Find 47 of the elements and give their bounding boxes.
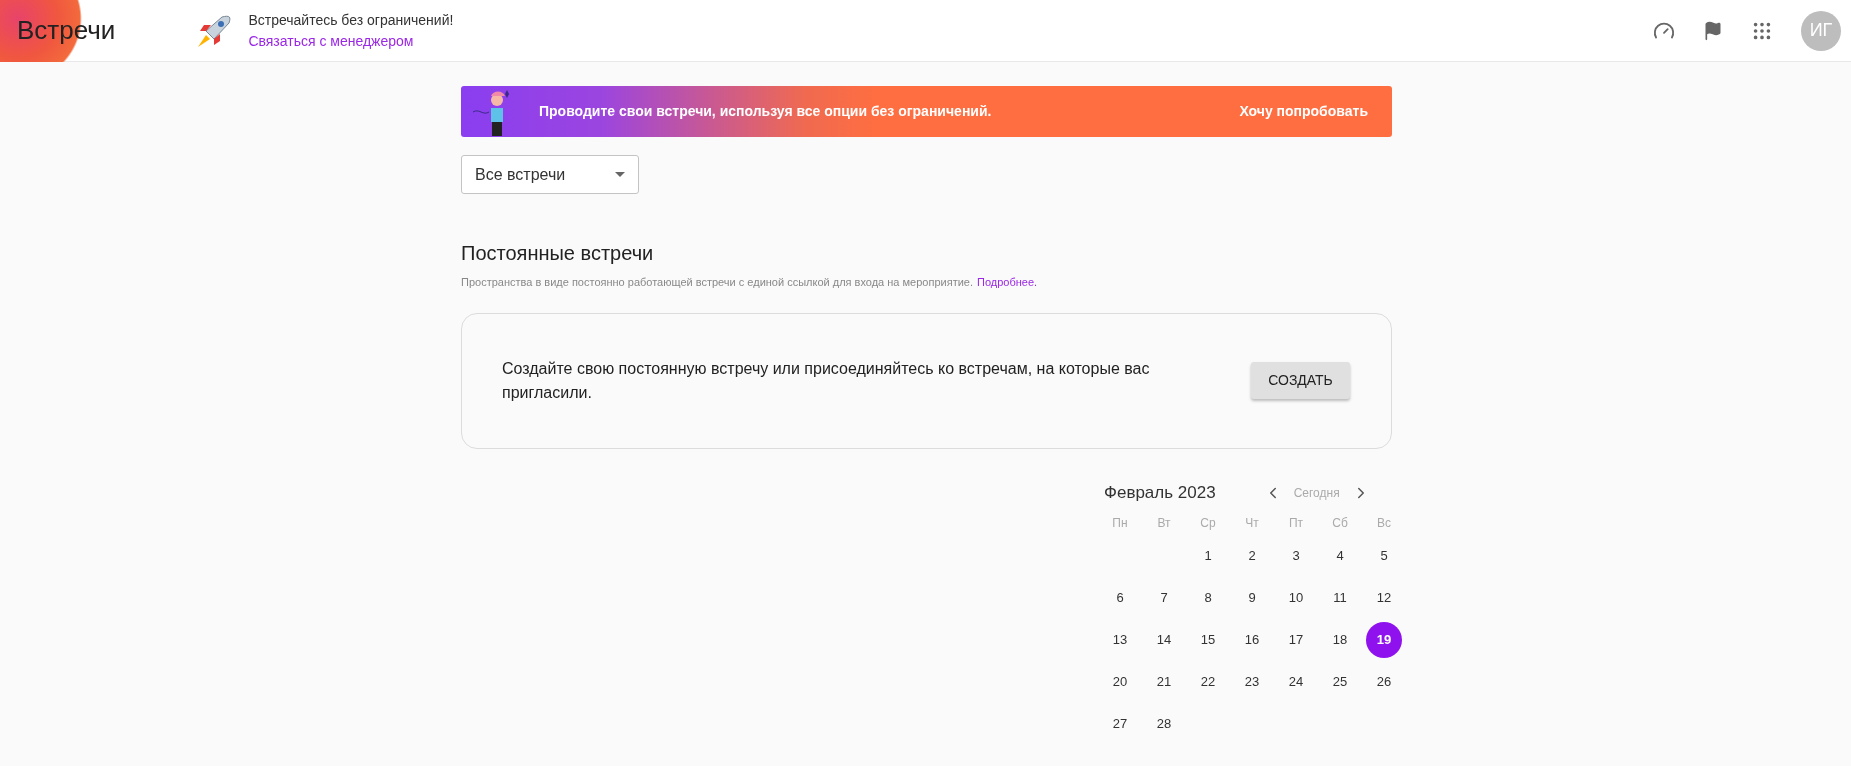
weekday-label: Вт [1157, 514, 1171, 532]
calendar-day[interactable]: 2 [1234, 537, 1270, 574]
caret-icon [615, 172, 625, 177]
calendar-day[interactable]: 18 [1322, 621, 1358, 658]
weekday-label: Вс [1377, 514, 1391, 532]
calendar-day[interactable]: 6 [1102, 579, 1138, 616]
calendar-month: Февраль 2023 [1104, 481, 1216, 504]
weekday-label: Чт [1245, 514, 1259, 532]
calendar-day[interactable]: 26 [1366, 663, 1402, 700]
weekday-label: Сб [1332, 514, 1348, 532]
learn-more-link[interactable]: Подробнее. [977, 274, 1038, 291]
calendar-day[interactable]: 19 [1366, 621, 1402, 658]
weekday-label: Ср [1200, 514, 1216, 532]
calendar-day[interactable]: 5 [1366, 537, 1402, 574]
calendar-day[interactable]: 7 [1146, 579, 1182, 616]
calendar-day[interactable]: 9 [1234, 579, 1270, 616]
section-description: Пространства в виде постоянно работающей встречи с единой ссылкой для входа на мероприятие. [461, 275, 973, 290]
section-title: Постоянные встречи [461, 241, 655, 266]
calendar-day[interactable]: 14 [1146, 621, 1182, 658]
calendar-day[interactable]: 4 [1322, 537, 1358, 574]
calendar-day[interactable]: 20 [1102, 663, 1138, 700]
calendar-day[interactable]: 25 [1322, 663, 1358, 700]
calendar-day[interactable]: 17 [1278, 621, 1314, 658]
calendar-day[interactable]: 15 [1190, 621, 1226, 658]
calendar-day[interactable]: 23 [1234, 663, 1270, 700]
calendar-day[interactable]: 8 [1190, 579, 1226, 616]
calendar-day[interactable]: 10 [1278, 579, 1314, 616]
calendar-day[interactable]: 22 [1190, 663, 1226, 700]
contact-manager-link[interactable]: Связаться с менеджером [248, 30, 454, 52]
banner-text: Проводите свои встречи, используя все опции без ограничений. [539, 102, 992, 121]
calendar-day[interactable]: 21 [1146, 663, 1182, 700]
calendar-day[interactable]: 1 [1190, 537, 1226, 574]
weekday-label: Пн [1112, 514, 1128, 532]
calendar-day[interactable]: 3 [1278, 537, 1314, 574]
meetings-filter-dropdown[interactable]: Все встречи [461, 155, 639, 194]
weekday-label: Пт [1288, 514, 1304, 532]
create-button[interactable]: СОЗДАТЬ [1251, 362, 1350, 399]
calendar-day[interactable]: 27 [1102, 705, 1138, 742]
calendar-day[interactable]: 24 [1278, 663, 1314, 700]
card-text: Создайте свою постоянную встречу или присоединяйтесь ко встречам, на которые вас пригласили. [502, 358, 1151, 403]
calendar-day[interactable]: 12 [1366, 579, 1402, 616]
promo-title: Встречайтесь без ограничений! [248, 10, 454, 30]
calendar-day[interactable]: 13 [1102, 621, 1138, 658]
flag-icon[interactable] [1703, 20, 1723, 41]
calendar-day[interactable]: 28 [1146, 705, 1182, 742]
calendar-day[interactable]: 16 [1234, 621, 1270, 658]
calendar-day[interactable]: 11 [1322, 579, 1358, 616]
